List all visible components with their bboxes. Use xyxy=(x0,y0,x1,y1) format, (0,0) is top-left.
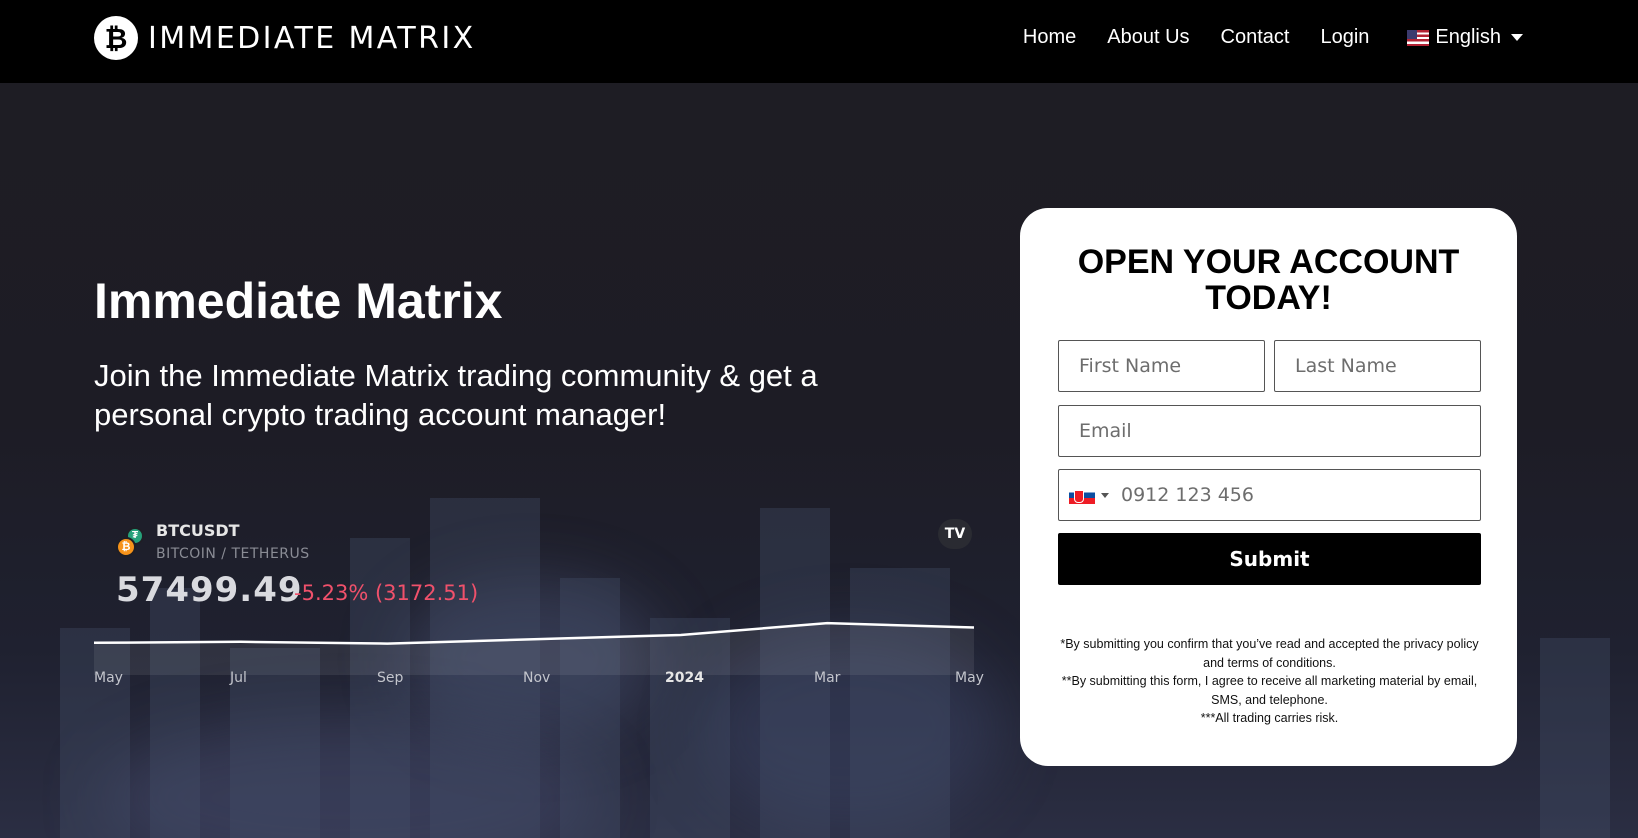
phone-input[interactable] xyxy=(1121,470,1480,520)
month-label: 2024 xyxy=(665,670,704,686)
month-label: May xyxy=(955,670,984,686)
main-nav: Home About Us Contact Login English xyxy=(992,26,1523,49)
disclaimer-line: *By submitting you confirm that you’ve r… xyxy=(1060,637,1479,670)
ticker-change: -5.23% (3172.51) xyxy=(294,581,479,605)
nav-login[interactable]: Login xyxy=(1320,26,1369,49)
month-label: May xyxy=(94,670,123,686)
language-selector[interactable]: English xyxy=(1407,26,1523,49)
month-label: Mar xyxy=(814,670,841,686)
bitcoin-icon: ₿ xyxy=(116,537,136,557)
tradingview-logo-icon[interactable]: TV xyxy=(938,519,972,549)
signup-form-card: OPEN YOUR ACCOUNT TODAY! Submit *By subm… xyxy=(1020,208,1517,766)
month-label: Jul xyxy=(230,670,247,686)
country-dropdown-icon[interactable] xyxy=(1101,492,1109,498)
month-label: Nov xyxy=(523,670,551,686)
ticker-symbol: BTCUSDT xyxy=(156,521,240,540)
chevron-down-icon xyxy=(1511,34,1523,41)
coin-pair-icons: ₮ ₿ xyxy=(116,527,146,557)
nav-contact[interactable]: Contact xyxy=(1221,26,1290,49)
form-disclaimer: *By submitting you confirm that you’ve r… xyxy=(1058,635,1481,728)
disclaimer-line: **By submitting this form, I agree to re… xyxy=(1061,674,1478,707)
submit-button[interactable]: Submit xyxy=(1058,533,1481,585)
price-area xyxy=(94,623,974,675)
nav-about-us[interactable]: About Us xyxy=(1107,26,1189,49)
language-label: English xyxy=(1435,26,1501,48)
last-name-input[interactable] xyxy=(1295,341,1480,391)
ticker-pair-name: BITCOIN / TETHERUS xyxy=(156,546,310,562)
first-name-field[interactable] xyxy=(1058,340,1265,392)
email-field[interactable] xyxy=(1058,405,1481,457)
slovakia-flag-icon[interactable] xyxy=(1069,486,1095,504)
hero-title: Immediate Matrix xyxy=(94,273,503,329)
email-input[interactable] xyxy=(1079,406,1480,456)
brand-name: IMMEDIATE MATRIX xyxy=(148,20,476,56)
month-label: Sep xyxy=(377,670,404,686)
disclaimer-line: ***All trading carries risk. xyxy=(1200,711,1339,726)
phone-field[interactable] xyxy=(1058,469,1481,521)
brand-logo[interactable]: ₿ IMMEDIATE MATRIX xyxy=(94,16,476,60)
top-navbar: ₿ IMMEDIATE MATRIX Home About Us Contact… xyxy=(0,0,1638,83)
price-ticker-widget[interactable]: ₮ ₿ BTCUSDT BITCOIN / TETHERUS 57499.49 … xyxy=(94,515,984,690)
last-name-field[interactable] xyxy=(1274,340,1481,392)
us-flag-icon xyxy=(1407,29,1430,46)
nav-home[interactable]: Home xyxy=(1023,26,1076,49)
ticker-price: 57499.49 xyxy=(116,570,303,610)
hero-subtitle: Join the Immediate Matrix trading commun… xyxy=(94,358,818,432)
price-chart xyxy=(94,621,974,675)
first-name-input[interactable] xyxy=(1079,341,1264,391)
bitcoin-logo-icon: ₿ xyxy=(94,16,138,60)
form-title: OPEN YOUR ACCOUNT TODAY! xyxy=(1077,243,1460,317)
